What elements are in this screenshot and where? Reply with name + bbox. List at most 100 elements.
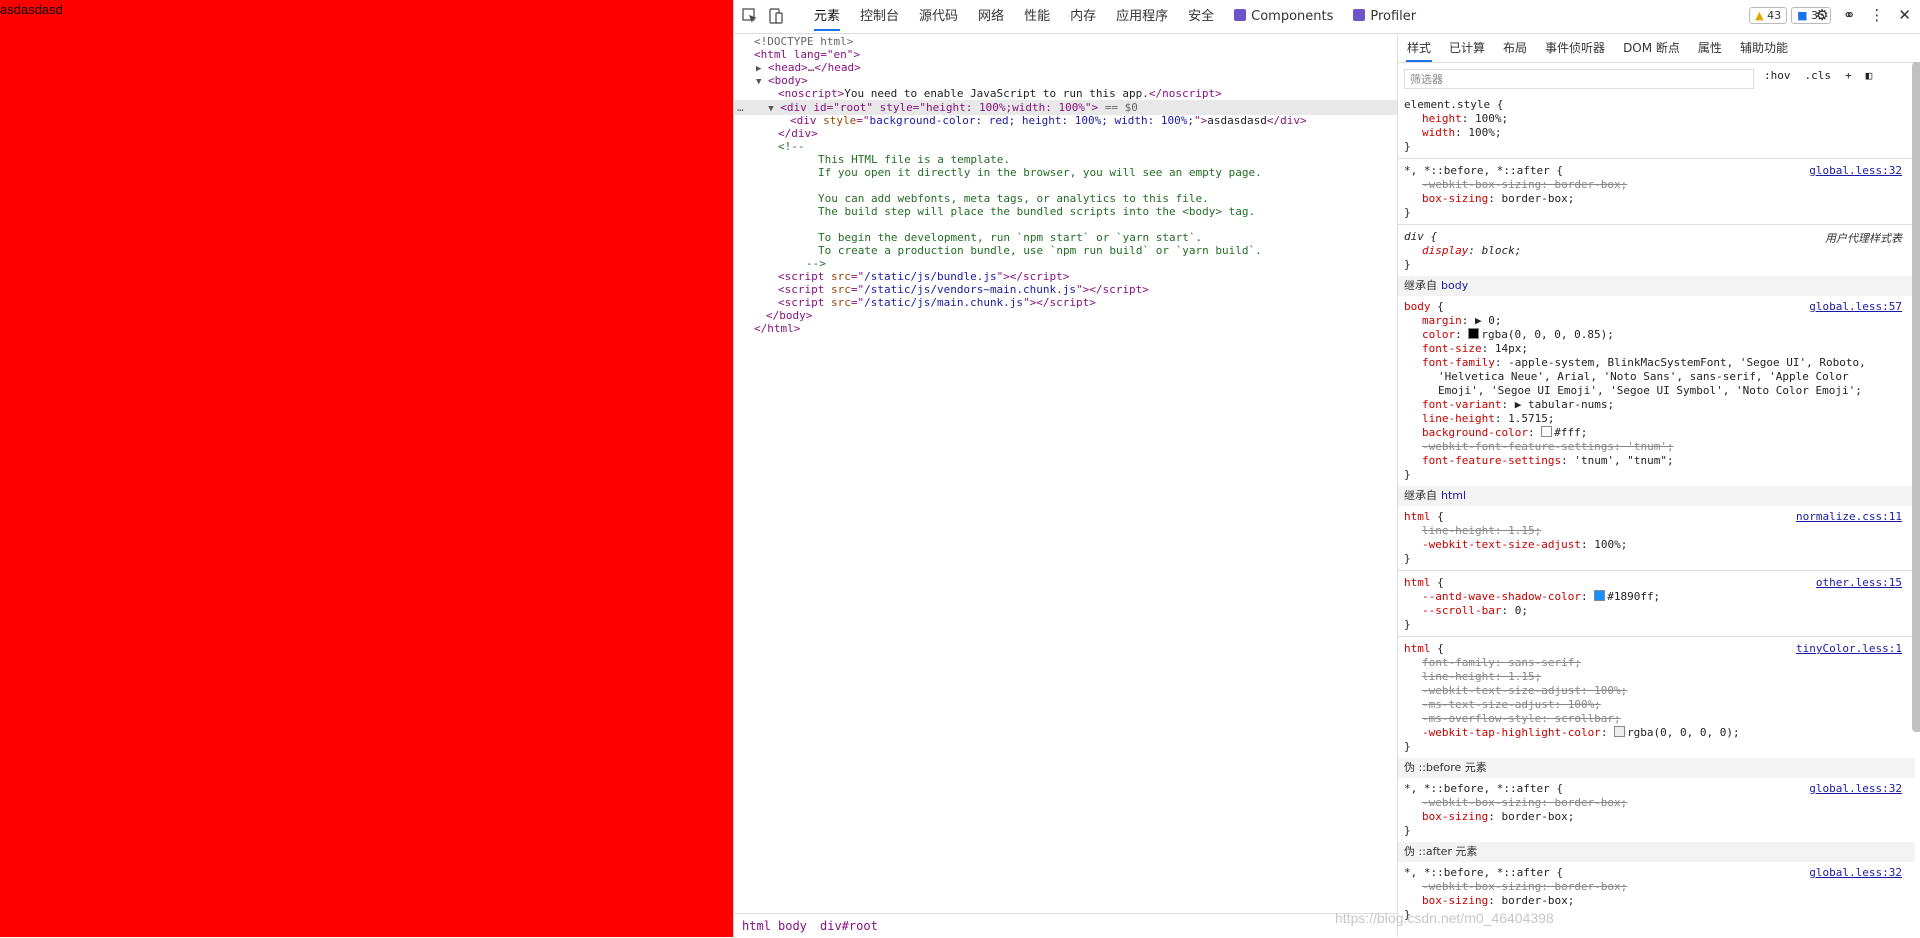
rule-selector: div { [1404,230,1438,243]
html-close-line[interactable]: </html> [754,321,800,336]
tab-label: 样式 [1407,41,1432,55]
tab-accessibility[interactable]: 辅助功能 [1731,34,1797,62]
tab-application[interactable]: 应用程序 [1106,0,1178,33]
user-agent-label: 用户代理样式表 [1825,232,1902,245]
rule-source-link[interactable]: global.less:57 [1809,300,1902,313]
style-declaration[interactable]: -webkit-text-size-adjust: 100%; [1422,538,1627,552]
dock-link-icon[interactable]: ⚭ [1843,6,1856,24]
style-declaration[interactable]: font-feature-settings: 'tnum', "tnum"; [1422,454,1674,468]
inner-div-line[interactable]: <div style="background-color: red; heigh… [790,113,1307,128]
overridden-declaration[interactable]: line-height: 1.15; [1422,524,1541,538]
rule-source-link[interactable]: global.less:32 [1809,164,1902,177]
element-style-selector: element.style { [1404,98,1503,112]
style-declaration[interactable]: height: 100%; [1422,112,1508,126]
device-toolbar-icon[interactable] [768,8,784,24]
overridden-declaration[interactable]: -webkit-text-size-adjust: 100%; [1422,684,1627,698]
rule-source-link[interactable]: normalize.css:11 [1796,510,1902,523]
elements-tree: <!DOCTYPE html> <html lang="en"> ▶ <head… [734,34,1397,910]
style-declaration[interactable]: box-sizing: border-box; [1422,894,1574,908]
rule-source-link[interactable]: tinyColor.less:1 [1796,642,1902,655]
rule-selector: *, *::before, *::after { [1404,164,1563,177]
breadcrumb-body[interactable]: body [778,919,807,933]
style-declaration[interactable]: font-variant: ▶ tabular-nums; [1422,398,1614,412]
color-swatch[interactable] [1468,328,1480,339]
inherited-tag-link[interactable]: body [1441,279,1468,292]
overridden-declaration[interactable]: font-family: sans-serif; [1422,656,1581,670]
rule-source-link[interactable]: global.less:32 [1809,866,1902,879]
tab-dom-breakpoints[interactable]: DOM 断点 [1614,34,1689,62]
tab-styles[interactable]: 样式 [1398,34,1440,62]
new-rule-icon[interactable]: + [1845,69,1852,82]
overridden-declaration[interactable]: -webkit-font-feature-settings: 'tnum'; [1422,440,1674,454]
noscript-line[interactable]: <noscript>You need to enable JavaScript … [778,86,1222,101]
tab-properties[interactable]: 属性 [1689,34,1731,62]
rule-divider [1398,570,1915,571]
tab-label: 内存 [1070,9,1097,24]
rule-divider [1398,224,1915,225]
rule-source-link[interactable]: other.less:15 [1816,576,1902,589]
close-icon[interactable]: ✕ [1898,6,1911,24]
style-declaration[interactable]: margin: ▶ 0; [1422,314,1502,328]
warnings-badge[interactable]: ▲ 43 [1749,7,1788,24]
style-declaration[interactable]: color: rgba(0, 0, 0, 0.85); [1422,328,1614,342]
tab-event-listeners[interactable]: 事件侦听器 [1536,34,1614,62]
pseudo-label: 伪 ::before 元素 [1404,761,1487,774]
style-declaration[interactable]: --antd-wave-shadow-color: #1890ff; [1422,590,1660,604]
breadcrumb-div-root[interactable]: div#root [820,919,878,933]
styles-scrollbar[interactable] [1912,62,1920,732]
tab-label: 控制台 [860,9,900,24]
overridden-declaration[interactable]: line-height: 1.15; [1422,670,1541,684]
style-declaration[interactable]: background-color: #fff; [1422,426,1587,440]
color-swatch[interactable] [1594,590,1606,601]
tab-label: 事件侦听器 [1545,41,1606,55]
rule-selector: html { [1404,576,1444,589]
tab-network[interactable]: 网络 [968,0,1014,33]
tab-label: Profiler [1370,9,1417,24]
comment-text: To create a production bundle, use `npm … [818,244,1262,257]
style-declaration[interactable]: box-sizing: border-box; [1422,192,1574,206]
cls-toggle[interactable]: .cls [1805,69,1832,82]
rule-source-link[interactable]: global.less:32 [1809,782,1902,795]
tab-performance[interactable]: 性能 [1014,0,1060,33]
style-declaration[interactable]: width: 100%; [1422,126,1501,140]
script-line[interactable]: <script src="/static/js/main.chunk.js"><… [778,295,1096,310]
inspect-element-icon[interactable] [742,8,758,24]
tab-security[interactable]: 安全 [1178,0,1224,33]
style-declaration-continued: 'Helvetica Neue', Arial, 'Noto Sans', sa… [1438,370,1849,383]
overridden-declaration[interactable]: -webkit-box-sizing: border-box; [1422,796,1627,810]
gear-icon[interactable]: ⚙ [1815,6,1828,24]
breadcrumb-html[interactable]: html [742,919,771,933]
sidebar-toggle-icon[interactable]: ◧ [1866,69,1873,82]
script-src[interactable]: /static/js/main.chunk.js [864,296,1023,309]
style-declaration[interactable]: -webkit-tap-highlight-color: rgba(0, 0, … [1422,726,1740,740]
color-swatch[interactable] [1614,726,1626,737]
overridden-declaration[interactable]: -webkit-box-sizing: border-box; [1422,880,1627,894]
tab-memory[interactable]: 内存 [1060,0,1106,33]
tab-label: 性能 [1024,9,1051,24]
comment-open-line[interactable]: <!-- [778,139,805,154]
style-declaration[interactable]: line-height: 1.5715; [1422,412,1554,426]
hov-toggle[interactable]: :hov [1764,69,1791,82]
tab-console[interactable]: 控制台 [850,0,909,33]
tab-layout[interactable]: 布局 [1494,34,1536,62]
style-declaration[interactable]: --scroll-bar: 0; [1422,604,1528,618]
inherited-tag-link[interactable]: html [1441,489,1466,502]
style-declaration[interactable]: font-size: 14px; [1422,342,1528,356]
styles-filter-input[interactable]: 筛选器 [1404,69,1754,89]
style-declaration[interactable]: font-family: -apple-system, BlinkMacSyst… [1422,356,1866,370]
style-declaration[interactable]: box-sizing: border-box; [1422,810,1574,824]
tab-computed[interactable]: 已计算 [1440,34,1494,62]
comment-text: The build step will place the bundled sc… [818,205,1256,218]
filter-placeholder: 筛选器 [1410,73,1443,86]
overridden-declaration[interactable]: -ms-overflow-style: scrollbar; [1422,712,1621,726]
collapse-triangle-icon[interactable]: ▼ [768,104,773,114]
tab-profiler[interactable]: Profiler [1343,0,1426,33]
tab-sources[interactable]: 源代码 [909,0,968,33]
tab-elements[interactable]: 元素 [804,0,850,33]
more-menu-icon[interactable]: ⋮ [1869,6,1884,24]
collapse-triangle-icon[interactable]: ▼ [756,77,761,87]
color-swatch[interactable] [1541,426,1553,437]
tab-components[interactable]: Components [1224,0,1343,33]
overridden-declaration[interactable]: -webkit-box-sizing: border-box; [1422,178,1627,192]
overridden-declaration[interactable]: -ms-text-size-adjust: 100%; [1422,698,1601,712]
